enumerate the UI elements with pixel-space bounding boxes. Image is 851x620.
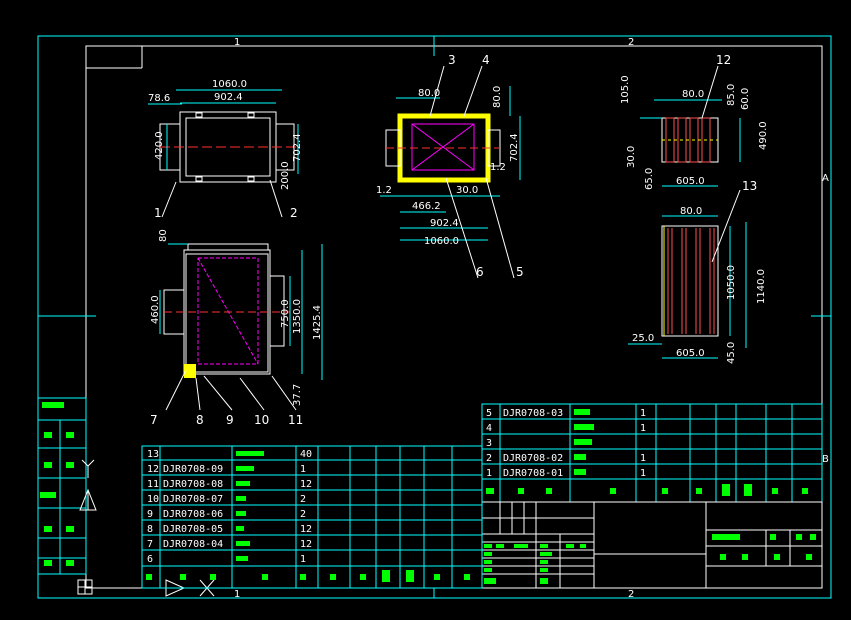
bom-l-code-4: DJR0708-06 (163, 509, 223, 520)
bom-l-no-2: 11 (147, 479, 159, 490)
bom-l-qty-6: 12 (300, 539, 312, 550)
grid-bottom-1: 1 (234, 589, 240, 600)
v2-dim-right-top: 80.0 (492, 86, 503, 108)
inner-frame (85, 45, 823, 589)
v5-dim-37: 37.7 (292, 384, 303, 406)
bom-r-code-3: DJR0708-02 (503, 453, 563, 464)
v1-tag-1: 1 (154, 206, 162, 220)
v2-tag-6: 6 (476, 265, 484, 279)
bom-l-qty-5: 12 (300, 524, 312, 535)
v4-dim-605: 605.0 (676, 348, 705, 359)
v3-dim-65: 65.0 (644, 168, 655, 190)
v1-dim-inner: 902.4 (214, 92, 243, 103)
bom-l-no-4: 9 (147, 509, 153, 520)
bom-left-table: 13 40 12 DJR0708-09 1 11 DJR0708-08 12 1… (141, 445, 483, 589)
view-5: 80 460.0 750.0 1350.0 1425.4 37.7 7 8 9 … (150, 229, 323, 427)
v3-dim-490: 490.0 (758, 121, 769, 150)
v2-dim-b: 30.0 (456, 185, 478, 196)
v2-dim-right: 702.4 (509, 133, 520, 162)
bom-r-code-0: DJR0708-03 (503, 408, 563, 419)
bom-r-no-3: 2 (486, 453, 492, 464)
v4-dim-1050: 1050.0 (726, 265, 737, 300)
v2-dim-f: 1060.0 (424, 236, 459, 247)
v5-tag-7: 7 (150, 413, 158, 427)
v5-dim-80: 80 (158, 229, 169, 242)
v2-tag-5: 5 (516, 265, 524, 279)
v4-dim-25: 25.0 (632, 333, 654, 344)
bom-l-qty-0: 40 (300, 449, 312, 460)
v3-dim-60: 60.0 (740, 88, 751, 110)
bom-l-no-3: 10 (147, 494, 159, 505)
v1-tag-2: 2 (290, 206, 298, 220)
grid-right-a: A (822, 173, 829, 184)
v5-dim-1425: 1425.4 (312, 305, 323, 340)
bom-l-no-5: 8 (147, 524, 153, 535)
v3-dim-top: 80.0 (682, 89, 704, 100)
bom-l-code-6: DJR0708-04 (163, 539, 223, 550)
bom-l-code-2: DJR0708-08 (163, 479, 223, 490)
bom-l-no-6: 7 (147, 539, 153, 550)
bom-l-code-5: DJR0708-05 (163, 524, 223, 535)
v5-dim-750: 750.0 (280, 299, 291, 328)
v5-dim-460: 460.0 (150, 295, 161, 324)
bom-r-no-1: 4 (486, 423, 492, 434)
v2-dim-c: 1.2 (490, 162, 506, 173)
bom-r-no-0: 5 (486, 408, 492, 419)
v1-dim-h: 420.0 (154, 131, 165, 160)
view-1: 1060.0 902.4 78.6 420.0 702.4 200.0 1 2 (148, 79, 303, 220)
v3-tag-12: 12 (716, 53, 731, 67)
bom-r-qty-1: 1 (640, 423, 646, 434)
grid-bottom-2: 2 (628, 589, 634, 600)
v4-dim-1140: 1140.0 (756, 269, 767, 304)
bom-r-no-2: 3 (486, 438, 492, 449)
bom-r-qty-4: 1 (640, 468, 646, 479)
v2-tag-3: 3 (448, 53, 456, 67)
v4-dim-top: 80.0 (680, 206, 702, 217)
title-block (481, 501, 823, 589)
v5-tag-10: 10 (254, 413, 269, 427)
v3-dim-85: 85.0 (726, 84, 737, 106)
v3-dim-30: 30.0 (626, 146, 637, 168)
bom-l-qty-1: 1 (300, 464, 306, 475)
grid-top-1: 1 (234, 37, 240, 48)
bom-l-no-0: 13 (147, 449, 159, 460)
v5-tag-9: 9 (226, 413, 234, 427)
bom-l-qty-3: 2 (300, 494, 306, 505)
bom-l-no-1: 12 (147, 464, 159, 475)
v5-tag-8: 8 (196, 413, 204, 427)
bom-l-qty-2: 12 (300, 479, 312, 490)
grid-right-b: B (822, 454, 829, 465)
v1-dim-right: 702.4 (292, 133, 303, 162)
v2-tag-4: 4 (482, 53, 490, 67)
bom-l-code-1: DJR0708-09 (163, 464, 223, 475)
v3-dim-605: 605.0 (676, 176, 705, 187)
v1-dim-width: 1060.0 (212, 79, 247, 90)
v4-tag-13: 13 (742, 179, 757, 193)
bom-l-qty-7: 1 (300, 554, 306, 565)
v1-dim-left: 78.6 (148, 93, 170, 104)
bom-l-qty-4: 2 (300, 509, 306, 520)
bom-r-no-4: 1 (486, 468, 492, 479)
v2-dim-a: 1.2 (376, 185, 392, 196)
v3-dim-105: 105.0 (620, 75, 631, 104)
bom-r-qty-0: 1 (640, 408, 646, 419)
v5-dim-1350: 1350.0 (292, 299, 303, 334)
grid-top-2: 2 (628, 37, 634, 48)
bom-l-no-7: 6 (147, 554, 153, 565)
bom-right-table: 5 DJR0708-03 1 4 1 3 2 DJR0708-02 1 1 DJ… (481, 403, 823, 503)
v2-dim-d: 466.2 (412, 201, 441, 212)
view-2: 80.0 80.0 702.4 1.2 30.0 1.2 466.2 902.4… (376, 53, 524, 279)
v2-dim-e: 902.4 (430, 218, 459, 229)
cad-drawing: 1 2 1 2 A B 1060.0 902.4 78.6 420.0 702.… (37, 35, 832, 600)
view-4: 80.0 1050.0 1140.0 25.0 605.0 45.0 13 (628, 179, 767, 364)
v5-tag-11: 11 (288, 413, 303, 427)
bom-r-qty-3: 1 (640, 453, 646, 464)
bom-r-code-4: DJR0708-01 (503, 468, 563, 479)
v1-dim-small: 200.0 (280, 161, 291, 190)
v4-dim-45: 45.0 (726, 342, 737, 364)
bom-l-code-3: DJR0708-07 (163, 494, 223, 505)
view-3: 80.0 85.0 60.0 105.0 490.0 30.0 65.0 605… (620, 53, 769, 190)
